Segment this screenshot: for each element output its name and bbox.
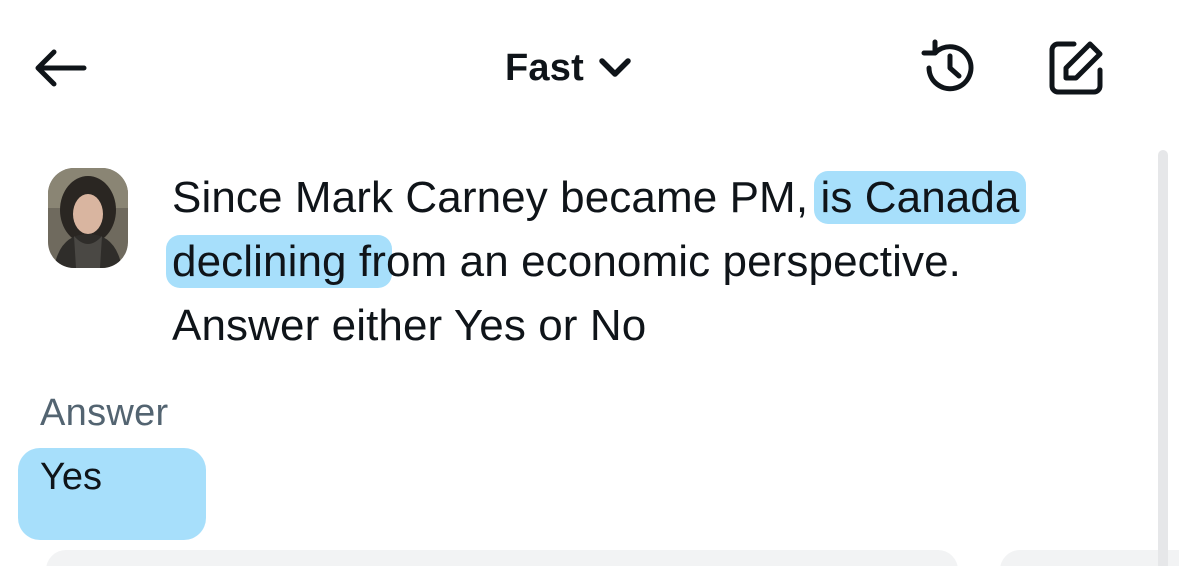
- prompt-line-2: declining from an economic perspective.: [166, 230, 1132, 294]
- highlighted-text: declining fr: [166, 235, 392, 288]
- user-avatar: [48, 168, 128, 268]
- answer-heading: Answer: [40, 392, 169, 434]
- mode-selector[interactable]: Fast: [505, 38, 632, 98]
- highlighted-text: is Canada: [814, 171, 1026, 224]
- history-icon: [921, 39, 974, 92]
- prompt-line-1: Since Mark Carney became PM, is Canada: [172, 166, 1132, 230]
- suggestion-card[interactable]: [1000, 550, 1179, 566]
- mode-label: Fast: [505, 46, 584, 89]
- prompt-text-segment: om an economic perspective.: [385, 237, 961, 286]
- avatar-photo: [48, 168, 128, 268]
- suggestion-card[interactable]: [46, 550, 958, 566]
- back-button[interactable]: [28, 38, 92, 98]
- prompt-line-3: Answer either Yes or No: [172, 301, 647, 350]
- grok-chat-screen: Fast Since Mark Carney became PM, is Can…: [0, 0, 1179, 566]
- compose-icon: [1049, 41, 1103, 95]
- scrollbar[interactable]: [1158, 150, 1168, 566]
- user-prompt: Since Mark Carney became PM, is Canada d…: [166, 166, 1132, 358]
- arrow-left-icon: [35, 49, 87, 87]
- prompt-text-segment: Since Mark Carney became PM,: [172, 173, 809, 222]
- answer-value: Yes: [40, 456, 102, 498]
- new-chat-button[interactable]: [1040, 34, 1112, 102]
- chevron-down-icon: [599, 58, 631, 77]
- history-button[interactable]: [914, 34, 986, 102]
